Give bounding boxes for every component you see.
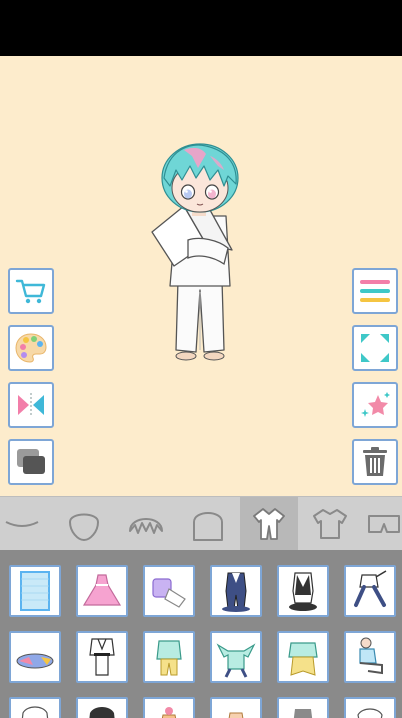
item-pink-dress[interactable] [76, 565, 128, 617]
mint-pajama-icon [156, 640, 182, 676]
peach-outfit-icon [228, 712, 244, 718]
item-sitting-outfit[interactable] [344, 631, 396, 683]
item-white-cloak[interactable] [9, 697, 61, 718]
menu-button[interactable] [352, 268, 398, 314]
flip-button[interactable] [8, 382, 54, 428]
tab-mouth[interactable] [0, 497, 44, 551]
pink-dress-icon [82, 574, 122, 606]
items-grid [0, 550, 402, 718]
blue-panel-icon [20, 571, 50, 611]
shopping-cart-icon [15, 279, 46, 304]
layer-stack-icon [17, 449, 45, 474]
sparkle-star-icon [361, 392, 390, 417]
fullscreen-button[interactable] [352, 325, 398, 371]
character-stage [0, 56, 402, 496]
karate-gi-icon [89, 638, 115, 676]
bangs-icon [129, 518, 163, 534]
status-bar [0, 0, 402, 56]
navy-suit-icon [222, 572, 250, 612]
item-lying-outfit[interactable] [9, 631, 61, 683]
black-vest-icon [289, 572, 317, 611]
face-outline-icon [68, 513, 100, 542]
tab-front-hair[interactable] [120, 497, 172, 551]
tshirt-icon [313, 509, 347, 539]
tab-back-hair[interactable] [182, 497, 234, 551]
avatar-character [151, 143, 239, 361]
item-mint-pajama[interactable] [143, 631, 195, 683]
mint-dance-icon [288, 642, 318, 676]
item-navy-suit[interactable] [210, 565, 262, 617]
item-white-top[interactable] [344, 697, 396, 718]
palette-button[interactable] [8, 325, 54, 371]
item-sporty-pose[interactable] [344, 565, 396, 617]
grey-robe-icon [293, 709, 313, 718]
mirror-flip-icon [18, 393, 44, 417]
running-outfit-icon [354, 570, 387, 607]
menu-lines-icon [360, 280, 390, 302]
tab-bottom[interactable] [364, 497, 402, 551]
item-purple-pajama[interactable] [143, 565, 195, 617]
sitting-outfit-icon [359, 637, 383, 675]
tab-face[interactable] [58, 497, 110, 551]
shorts-icon [368, 515, 400, 533]
item-mint-jump[interactable] [210, 631, 262, 683]
black-coat-icon [89, 707, 115, 718]
effects-button[interactable] [352, 382, 398, 428]
expand-corners-icon [361, 334, 389, 362]
item-peach-outfit[interactable] [210, 697, 262, 718]
item-black-vest[interactable] [277, 565, 329, 617]
item-orange-hat[interactable] [143, 697, 195, 718]
item-black-coat[interactable] [76, 697, 128, 718]
item-karate-gi[interactable] [76, 631, 128, 683]
item-grey-robe[interactable] [277, 697, 329, 718]
white-top-icon [357, 708, 383, 718]
item-blank-blue[interactable] [9, 565, 61, 617]
mouth-icon [5, 521, 39, 527]
category-tab-bar [0, 496, 402, 551]
color-palette-icon [15, 333, 47, 363]
item-mint-dance[interactable] [277, 631, 329, 683]
app-root [0, 0, 402, 718]
shop-button[interactable] [8, 268, 54, 314]
trash-can-icon [363, 447, 387, 476]
lying-outfit-icon [16, 653, 54, 669]
jumpsuit-icon [253, 508, 285, 540]
purple-pajama-icon [152, 578, 186, 608]
tab-set-outfit[interactable] [240, 497, 298, 551]
orange-hat-icon [161, 707, 177, 718]
white-cloak-icon [21, 706, 49, 718]
layer-button[interactable] [8, 439, 54, 485]
mint-jump-icon [216, 643, 256, 678]
tab-top[interactable] [304, 497, 356, 551]
back-hair-icon [193, 512, 223, 541]
trash-button[interactable] [352, 439, 398, 485]
